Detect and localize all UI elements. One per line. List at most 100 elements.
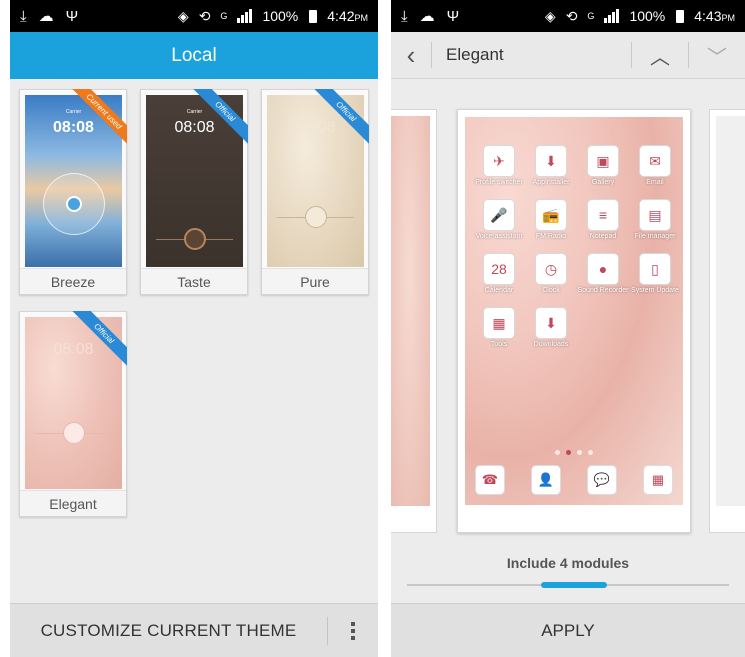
theme-card-taste[interactable]: Carrier 08:08 Official Taste — [140, 89, 248, 295]
theme-card-breeze[interactable]: Carrier 08:08 Current used Breeze — [19, 89, 127, 295]
dock-icon[interactable]: 👤 — [531, 465, 561, 495]
theme-card-pure[interactable]: 08:08 Official Pure — [261, 89, 369, 295]
dock-icon[interactable]: 💬 — [587, 465, 617, 495]
clock-ampm: PM — [721, 13, 736, 23]
nfc-icon: ◈ — [544, 7, 556, 24]
dock: ☎ 👤 💬 ▦ — [475, 465, 673, 495]
app-label: System Update — [631, 287, 679, 294]
app-glyph-icon: ⬇ — [535, 145, 567, 177]
app-label: Profile switcher — [475, 179, 523, 186]
scrollbar-thumb[interactable] — [541, 582, 607, 588]
battery-icon — [309, 9, 318, 23]
app-icon[interactable]: ◷ Clock — [525, 253, 577, 295]
preview-scrollbar[interactable] — [407, 582, 729, 588]
network-type: G — [587, 11, 595, 21]
app-icon[interactable]: ⬇ Downloads — [525, 307, 577, 349]
app-label: Gallery — [591, 179, 615, 186]
current-preview[interactable]: ✈ Profile switcher ⬇ AppInstaller ▣ Gallery ✉ E… — [457, 109, 691, 533]
app-label: File manager — [634, 233, 676, 240]
usb-icon: Ψ — [65, 7, 79, 25]
badge-ribbon: Current used — [67, 89, 127, 149]
clock-ampm: PM — [354, 13, 369, 23]
theme-label: Elegant — [20, 490, 126, 516]
usb-icon: Ψ — [446, 7, 460, 25]
app-icon-grid: ✈ Profile switcher ⬇ AppInstaller ▣ Gallery ✉ E… — [473, 145, 681, 349]
apply-button[interactable]: APPLY — [391, 603, 745, 657]
clock-time: 4:42 — [327, 8, 355, 24]
modules-count: Include 4 modules — [506, 555, 630, 571]
app-icon[interactable]: ● Sound Recorder — [577, 253, 629, 295]
app-glyph-icon: ◷ — [535, 253, 567, 285]
app-icon[interactable]: 28 Calendar — [473, 253, 525, 295]
chevron-left-icon[interactable]: ‹ — [391, 40, 431, 71]
app-icon[interactable]: ▤ File manager — [629, 199, 681, 241]
app-label: Email — [646, 179, 664, 186]
theme-card-elegant[interactable]: 08:08 Official Elegant — [19, 311, 127, 517]
app-icon[interactable]: 🎤 Voice assistant — [473, 199, 525, 241]
notification-icon: ☁ — [38, 8, 54, 25]
page-indicator — [465, 450, 683, 455]
app-icon[interactable]: ⬇ AppInstaller — [525, 145, 577, 187]
preview-carousel[interactable]: ✈ Profile switcher ⬇ AppInstaller ▣ Gallery ✉ E… — [391, 79, 745, 549]
app-label: AppInstaller — [532, 179, 570, 186]
network-type: G — [220, 11, 228, 21]
app-glyph-icon: ≡ — [587, 199, 619, 231]
badge-ribbon: Official — [309, 89, 369, 149]
rotate-icon: ⟲ — [565, 7, 578, 24]
chevron-down-icon[interactable]: ﹀ — [689, 41, 745, 70]
page-title: Elegant — [446, 45, 504, 64]
app-label: Voice assistant — [475, 233, 523, 240]
badge-ribbon: Official — [67, 311, 127, 371]
app-icon[interactable]: ≡ Notepad — [577, 199, 629, 241]
app-glyph-icon: 🎤 — [483, 199, 515, 231]
app-glyph-icon: ● — [587, 253, 619, 285]
chevron-up-icon[interactable]: ︿ — [632, 41, 688, 70]
app-icon[interactable]: 📻 FM Radio — [525, 199, 577, 241]
app-glyph-icon: ✉ — [639, 145, 671, 177]
app-icon[interactable]: ▣ Gallery — [577, 145, 629, 187]
app-icon[interactable]: ✉ Email — [629, 145, 681, 187]
previous-preview[interactable] — [391, 109, 437, 533]
app-label: Sound Recorder — [577, 287, 629, 294]
dock-icon[interactable]: ▦ — [643, 465, 673, 495]
app-label: Tools — [490, 341, 508, 348]
bottom-bar: CUSTOMIZE CURRENT THEME — [10, 603, 378, 657]
status-bar: ⤓ ☁ Ψ ◈ ⟲ G 100% 4:42PM — [10, 0, 378, 32]
theme-label: Breeze — [20, 268, 126, 294]
app-icon[interactable]: ✈ Profile switcher — [473, 145, 525, 187]
status-bar: ⤓ ☁ Ψ ◈ ⟲ G 100% 4:43PM — [391, 0, 745, 32]
preview-header: ‹ Elegant ︿ ﹀ — [391, 32, 745, 79]
app-icon[interactable]: ▦ Tools — [473, 307, 525, 349]
customize-theme-button[interactable]: CUSTOMIZE CURRENT THEME — [10, 621, 327, 641]
next-preview[interactable] — [709, 109, 745, 533]
app-glyph-icon: ✈ — [483, 145, 515, 177]
dock-icon[interactable]: ☎ — [475, 465, 505, 495]
header-title: Local — [171, 44, 217, 66]
battery-percent: 100% — [629, 8, 666, 24]
download-icon: ⤓ — [20, 7, 27, 25]
signal-icon — [604, 9, 620, 23]
app-glyph-icon: 📻 — [535, 199, 567, 231]
battery-percent: 100% — [262, 8, 299, 24]
app-glyph-icon: ▯ — [639, 253, 671, 285]
download-icon: ⤓ — [401, 7, 408, 25]
theme-preview-screen: ⤓ ☁ Ψ ◈ ⟲ G 100% 4:43PM ‹ Elegant ︿ ﹀ ✈ P… — [391, 0, 745, 657]
notification-icon: ☁ — [419, 8, 435, 25]
nfc-icon: ◈ — [177, 7, 189, 24]
page-title: Local — [10, 32, 378, 79]
theme-label: Taste — [141, 268, 247, 294]
app-label: Calendar — [484, 287, 514, 294]
signal-icon — [237, 9, 253, 23]
overflow-menu-icon[interactable] — [328, 604, 378, 657]
app-label: Clock — [542, 287, 560, 294]
badge-ribbon: Official — [188, 89, 248, 149]
local-themes-screen: ⤓ ☁ Ψ ◈ ⟲ G 100% 4:42PM Local Carrier 08… — [10, 0, 378, 657]
app-label: Downloads — [533, 341, 569, 348]
app-glyph-icon: ▤ — [639, 199, 671, 231]
theme-label: Pure — [262, 268, 368, 294]
app-icon[interactable]: ▯ System Update — [629, 253, 681, 295]
app-glyph-icon: ▣ — [587, 145, 619, 177]
battery-icon — [676, 9, 685, 23]
rotate-icon: ⟲ — [198, 7, 211, 24]
app-label: FM Radio — [535, 233, 567, 240]
